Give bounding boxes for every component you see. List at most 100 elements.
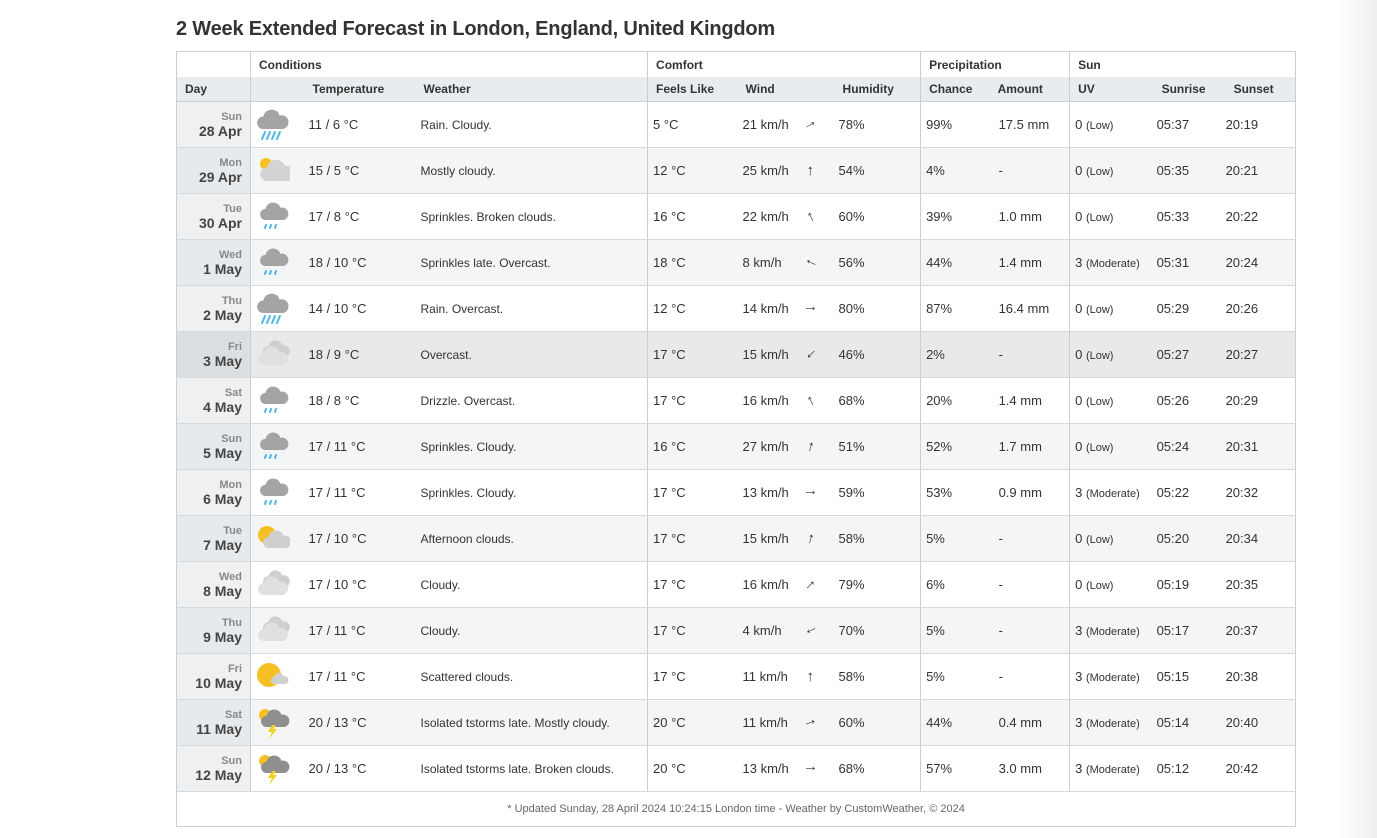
uv-level: (Low) — [1085, 580, 1114, 592]
precip-chance-cell: 44% — [920, 699, 994, 746]
wind-direction-cell: ↑ — [801, 239, 833, 286]
weather-description: Mostly cloudy. — [415, 147, 648, 194]
uv-value: 0 — [1075, 393, 1083, 408]
temperature-cell: 18 / 10 °C — [308, 239, 416, 286]
wind-speed-cell: 15 km/h — [737, 515, 805, 562]
uv-cell: 3 (Moderate) — [1069, 699, 1153, 746]
col-weather: Weather — [415, 77, 648, 102]
day-date: 9 May — [203, 628, 242, 645]
day-date: 10 May — [195, 674, 242, 691]
rain-icon — [257, 293, 289, 324]
weather-icon-cell — [250, 193, 309, 240]
feels-like-cell: 18 °C — [647, 239, 738, 286]
precip-chance-cell: 4% — [920, 147, 994, 194]
uv-level: (Moderate) — [1085, 258, 1140, 270]
wind-arrow-icon: ↑ — [804, 437, 817, 456]
temperature-cell: 18 / 8 °C — [308, 377, 416, 424]
wind-direction-cell: ↑ — [801, 607, 833, 654]
sunrise-cell: 05:37 — [1152, 101, 1226, 148]
forecast-row: Thu 2 May 14 / 10 °C Rain. Overcast. 12 … — [176, 285, 1297, 332]
thunderstorm-icon — [259, 708, 290, 739]
sunrise-cell: 05:29 — [1152, 285, 1226, 332]
forecast-row: Sat 4 May 18 / 8 °C Drizzle. Overcast. 1… — [176, 377, 1297, 424]
day-date: 1 May — [203, 260, 242, 277]
sunset-cell: 20:24 — [1225, 239, 1297, 286]
forecast-row: Tue 7 May 17 / 10 °C Afternoon clouds. 1… — [176, 515, 1297, 562]
uv-value: 0 — [1075, 117, 1083, 132]
precip-amount-cell: 1.4 mm — [993, 377, 1070, 424]
precip-amount-cell: 0.4 mm — [993, 699, 1070, 746]
uv-level: (Low) — [1085, 396, 1114, 408]
sprinkles-icon — [260, 385, 289, 413]
feels-like-cell: 12 °C — [647, 285, 738, 332]
day-date: 11 May — [196, 720, 242, 737]
forecast-row: Sat 11 May 20 / 13 °C Isolated tstorms l… — [176, 699, 1297, 746]
col-sunset: Sunset — [1225, 77, 1297, 102]
day-of-week: Tue — [223, 524, 242, 537]
temperature-cell: 18 / 9 °C — [308, 331, 416, 378]
sunrise-cell: 05:14 — [1152, 699, 1226, 746]
precip-amount-cell: - — [993, 515, 1070, 562]
forecast-row: Mon 29 Apr 15 / 5 °C Mostly cloudy. 12 °… — [176, 147, 1297, 194]
weather-icon-cell — [250, 331, 309, 378]
precip-chance-cell: 39% — [920, 193, 994, 240]
day-of-week: Thu — [221, 294, 242, 307]
group-conditions: Conditions — [249, 51, 648, 77]
temperature-cell: 17 / 11 °C — [308, 653, 416, 700]
day-date: 28 Apr — [198, 122, 242, 139]
wind-direction-cell: ↑ — [803, 377, 833, 424]
uv-cell: 3 (Moderate) — [1069, 607, 1153, 654]
weather-icon-cell — [250, 469, 309, 516]
uv-value: 3 — [1075, 761, 1083, 776]
wind-direction-cell: ↑ — [802, 285, 833, 332]
precip-amount-cell: - — [993, 653, 1070, 700]
sunset-cell: 20:40 — [1225, 699, 1297, 746]
sunrise-cell: 05:12 — [1152, 745, 1226, 792]
humidity-cell: 80% — [832, 285, 921, 332]
wind-speed-cell: 15 km/h — [737, 331, 805, 378]
col-wind-dir — [804, 77, 833, 102]
day-cell: Mon 29 Apr — [176, 147, 251, 194]
uv-cell: 0 (Low) — [1069, 147, 1153, 194]
sunset-cell: 20:38 — [1225, 653, 1297, 700]
uv-cell: 0 (Low) — [1069, 285, 1153, 332]
wind-arrow-icon: ↑ — [801, 716, 820, 729]
uv-value: 0 — [1075, 163, 1083, 178]
wind-speed-cell: 8 km/h — [737, 239, 805, 286]
day-cell: Tue 7 May — [176, 515, 251, 562]
humidity-cell: 46% — [832, 331, 921, 378]
sprinkles-icon — [260, 247, 289, 275]
day-of-week: Sat — [224, 386, 242, 399]
col-wind: Wind — [737, 77, 805, 102]
rain-icon — [257, 109, 289, 140]
precip-chance-cell: 53% — [920, 469, 994, 516]
sunrise-cell: 05:17 — [1152, 607, 1226, 654]
sunset-cell: 20:22 — [1225, 193, 1297, 240]
humidity-cell: 59% — [832, 469, 921, 516]
column-header-row: Day Temperature Weather Feels Like Wind … — [176, 77, 1297, 102]
precip-amount-cell: - — [993, 147, 1070, 194]
day-of-week: Fri — [227, 340, 242, 353]
weather-icon-cell — [250, 607, 309, 654]
forecast-row: Wed 8 May 17 / 10 °C Cloudy. 17 °C 16 km… — [176, 561, 1297, 608]
temperature-cell: 17 / 11 °C — [308, 607, 416, 654]
wind-speed-cell: 11 km/h — [737, 699, 805, 746]
precip-amount-cell: 0.9 mm — [993, 469, 1070, 516]
weather-description: Drizzle. Overcast. — [415, 377, 648, 424]
wind-direction-cell: ↑ — [804, 147, 833, 194]
day-cell: Mon 6 May — [176, 469, 251, 516]
precip-chance-cell: 6% — [920, 561, 994, 608]
weather-description: Cloudy. — [415, 561, 648, 608]
day-of-week: Fri — [227, 662, 242, 675]
forecast-row: Fri 3 May 18 / 9 °C Overcast. 17 °C 15 k… — [176, 331, 1297, 378]
wind-speed-cell: 16 km/h — [737, 377, 805, 424]
group-comfort: Comfort — [647, 51, 921, 77]
wind-direction-cell: ↑ — [802, 469, 833, 516]
weather-description: Rain. Cloudy. — [415, 101, 648, 148]
feels-like-cell: 17 °C — [647, 377, 738, 424]
wind-arrow-icon: ↑ — [806, 668, 815, 685]
forecast-row: Tue 30 Apr 17 / 8 °C Sprinkles. Broken c… — [176, 193, 1297, 240]
feels-like-cell: 17 °C — [647, 561, 738, 608]
wind-speed-cell: 21 km/h — [737, 101, 805, 148]
humidity-cell: 58% — [832, 653, 921, 700]
